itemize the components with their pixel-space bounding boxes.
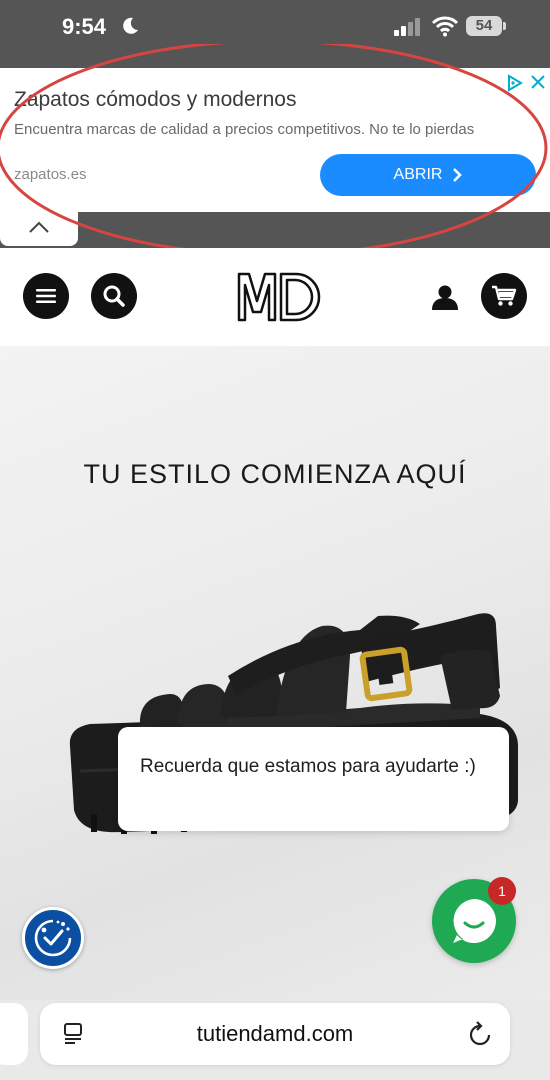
browser-toolbar: tutiendamd.com: [0, 1000, 550, 1080]
ad-description: Encuentra marcas de calidad a precios co…: [14, 121, 475, 138]
accessibility-button[interactable]: [22, 907, 84, 969]
user-icon[interactable]: [430, 284, 460, 310]
reload-icon[interactable]: [468, 1021, 492, 1047]
wifi-icon: [432, 16, 458, 37]
adchoices-icon[interactable]: [506, 74, 524, 92]
cart-button[interactable]: [481, 273, 527, 319]
moon-icon: [123, 17, 138, 34]
chat-popup-message[interactable]: Recuerda que estamos para ayudarte :): [118, 727, 509, 831]
menu-icon: [36, 289, 56, 303]
chevron-up-icon: [29, 221, 49, 233]
site-logo[interactable]: [236, 271, 322, 323]
previous-tab[interactable]: [0, 1003, 28, 1065]
battery-icon: 54: [466, 16, 502, 36]
search-button[interactable]: [91, 273, 137, 319]
ad-open-label: ABRIR: [393, 166, 443, 183]
chevron-right-icon: [453, 168, 463, 182]
hero-banner[interactable]: TU ESTILO COMIENZA AQUÍ Recuerda que est…: [0, 346, 550, 1000]
ad-banner[interactable]: Zapatos cómodos y modernos Encuentra mar…: [0, 68, 550, 206]
status-bar: 9:54 54: [0, 0, 550, 66]
ad-title[interactable]: Zapatos cómodos y modernos: [14, 88, 296, 112]
site-header: [0, 248, 550, 346]
signal-icon: [394, 18, 420, 36]
ad-open-button[interactable]: ABRIR: [320, 154, 536, 196]
ad-collapse-button[interactable]: [0, 212, 78, 246]
ad-banner-container: Zapatos cómodos y modernos Encuentra mar…: [0, 66, 550, 248]
battery-level: 54: [475, 17, 493, 34]
close-icon[interactable]: [530, 74, 546, 90]
status-time: 9:54: [62, 14, 107, 39]
cart-icon: [492, 285, 517, 306]
menu-button[interactable]: [23, 273, 69, 319]
battery-tip: [503, 22, 506, 30]
ad-gap: [0, 206, 550, 212]
notification-badge: 1: [488, 877, 516, 905]
accessibility-icon: [34, 919, 72, 957]
search-icon: [103, 285, 125, 307]
address-bar[interactable]: tutiendamd.com: [40, 1003, 510, 1065]
hero-title: TU ESTILO COMIENZA AQUÍ: [83, 459, 467, 489]
ad-domain: zapatos.es: [14, 166, 87, 183]
url-text[interactable]: tutiendamd.com: [40, 1003, 510, 1065]
chat-icon: [453, 899, 496, 943]
